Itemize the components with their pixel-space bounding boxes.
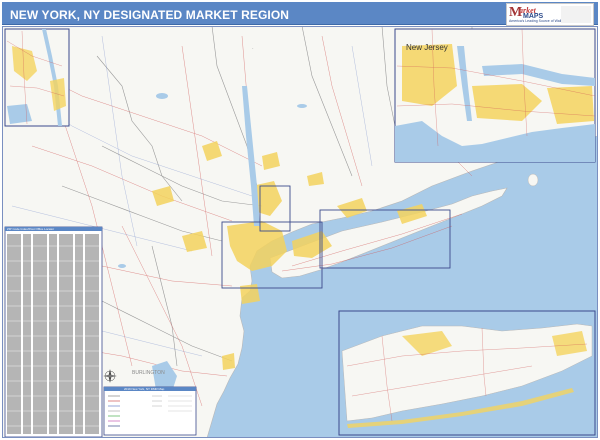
map-poster: NEW YORK, NY DESIGNATED MARKET REGION M … [0, 0, 600, 440]
inset-top-right-nyc: New Jersey [394, 28, 596, 163]
inset-bottom-right-long-island [338, 310, 596, 436]
map-svg: · New Jersey ZIP Code Index/Post Office … [2, 26, 598, 438]
zip-index-title: ZIP Code Index/Post Office Locator [7, 227, 54, 231]
logo-info-panel [561, 6, 591, 23]
zip-code-index-table: ZIP Code Index/Post Office Locator [4, 226, 103, 438]
inset-top-left [4, 28, 70, 127]
zip-index-rows [7, 234, 99, 434]
county-label-burlington: BURLINGTON [132, 370, 165, 376]
inset-label-new-jersey: New Jersey [406, 43, 448, 52]
map-canvas: · New Jersey ZIP Code Index/Post Office … [2, 26, 598, 438]
legend-title: 2019 New York, NY DMR Map [124, 387, 165, 391]
title-bar: NEW YORK, NY DESIGNATED MARKET REGION M … [2, 2, 598, 26]
block-island [527, 173, 539, 187]
market-maps-logo: M arket MAPS America's Leading Source of… [506, 3, 594, 26]
map-legend: 2019 New York, NY DMR Map [103, 386, 197, 436]
map-title: NEW YORK, NY DESIGNATED MARKET REGION [10, 8, 290, 22]
